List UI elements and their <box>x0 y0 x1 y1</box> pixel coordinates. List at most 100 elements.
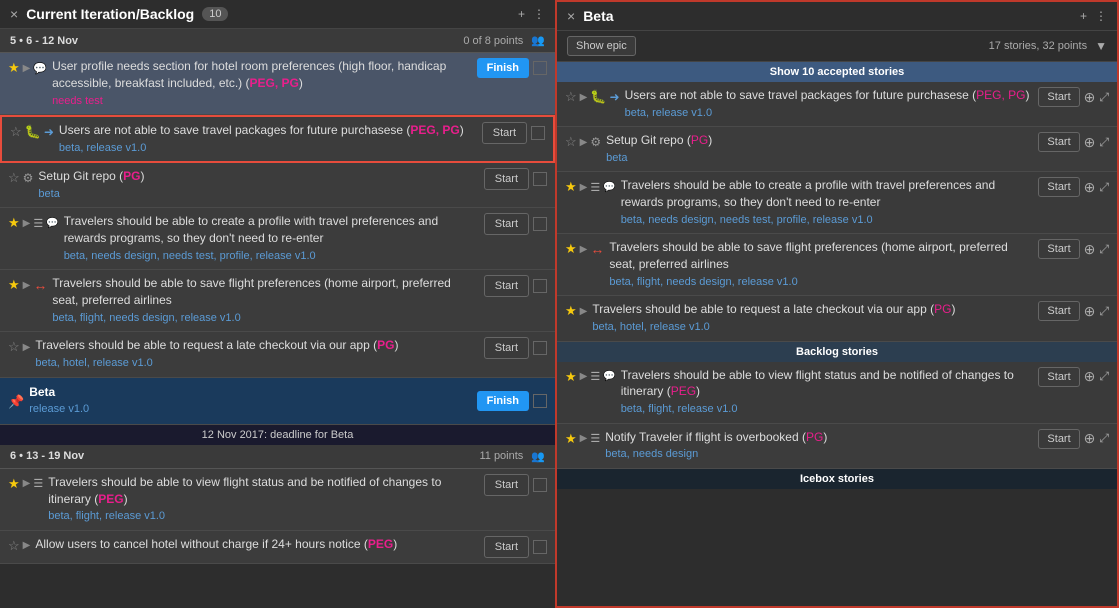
star-icon[interactable]: ★ <box>565 303 577 319</box>
right-story-actions: Start ⊕ ⤢ <box>1038 177 1109 197</box>
accepted-section-header: Show 10 accepted stories <box>557 62 1117 82</box>
left-menu-button[interactable]: ⋮ <box>533 7 545 21</box>
story-count: 17 stories, 32 points <box>989 40 1087 52</box>
add-icon[interactable]: ⊕ <box>1084 89 1096 106</box>
story-text: Setup Git repo (PG) beta <box>38 168 478 202</box>
finish-button[interactable]: Finish <box>477 391 529 411</box>
start-button[interactable]: Start <box>1038 367 1079 387</box>
story-checkbox[interactable] <box>533 217 547 231</box>
add-icon[interactable]: ⊕ <box>1084 134 1096 151</box>
right-menu-button[interactable]: ⋮ <box>1095 9 1107 23</box>
right-story-row: ★ ▶ ☰ 💬 Travelers should be able to crea… <box>557 172 1117 234</box>
start-button[interactable]: Start <box>1038 177 1079 197</box>
start-button[interactable]: Start <box>1038 429 1079 449</box>
star-icon[interactable]: ★ <box>565 179 577 195</box>
expand-icon: ▶ <box>580 433 588 444</box>
start-button[interactable]: Start <box>484 536 529 558</box>
add-icon[interactable]: ⊕ <box>1084 179 1096 196</box>
iteration-1-points: 0 of 8 points <box>463 35 523 47</box>
gear-icon: ⚙ <box>23 171 34 185</box>
story-checkbox[interactable] <box>533 172 547 186</box>
comment-icon[interactable]: 💬 <box>46 218 58 229</box>
star-icon[interactable]: ★ <box>8 215 20 231</box>
start-button[interactable]: Start <box>482 122 527 144</box>
story-row: ★ ▶ 💬 User profile needs section for hot… <box>0 53 555 115</box>
star-icon[interactable]: ☆ <box>10 124 22 140</box>
star-icon[interactable]: ☆ <box>8 170 20 186</box>
start-button[interactable]: Start <box>1038 301 1079 321</box>
story-title: Travelers should be able to create a pro… <box>64 214 438 245</box>
expand-icon[interactable]: ⤢ <box>1099 90 1109 105</box>
add-icon[interactable]: ⊕ <box>1084 430 1096 447</box>
add-icon[interactable]: ⊕ <box>1084 241 1096 258</box>
right-panel-header: × Beta + ⋮ <box>557 2 1117 31</box>
right-panel-close[interactable]: × <box>567 8 575 24</box>
story-labels: beta, release v1.0 <box>59 141 477 156</box>
list-icon: ☰ <box>590 432 600 445</box>
story-checkbox[interactable] <box>533 394 547 408</box>
story-checkbox[interactable] <box>533 341 547 355</box>
start-button[interactable]: Start <box>484 168 529 190</box>
left-scroll-area[interactable]: 5 • 6 - 12 Nov 0 of 8 points 👥 ★ ▶ 💬 Use… <box>0 29 555 608</box>
show-epic-button[interactable]: Show epic <box>567 36 636 56</box>
story-label: needs test <box>52 94 472 109</box>
story-checkbox[interactable] <box>533 61 547 75</box>
star-icon[interactable]: ★ <box>565 369 577 385</box>
left-add-button[interactable]: + <box>518 7 525 21</box>
expand-icon[interactable]: ⤢ <box>1099 304 1109 319</box>
arrow-icon: ↔ <box>590 241 604 257</box>
left-panel-close[interactable]: × <box>10 6 18 22</box>
story-checkbox[interactable] <box>533 279 547 293</box>
star-icon[interactable]: ☆ <box>565 89 577 105</box>
story-labels: beta, hotel, release v1.0 <box>35 356 478 371</box>
arrow-icon: ➜ <box>44 125 54 139</box>
comment-icon[interactable]: 💬 <box>33 62 47 75</box>
star-icon[interactable]: ☆ <box>8 538 20 554</box>
right-story-text: Notify Traveler if flight is overbooked … <box>605 429 1033 463</box>
start-button[interactable]: Start <box>1038 132 1079 152</box>
finish-button[interactable]: Finish <box>477 58 529 78</box>
star-icon[interactable]: ★ <box>8 476 20 492</box>
epic-actions: Finish <box>477 391 547 411</box>
right-panel-scroll[interactable]: Show 10 accepted stories ☆ ▶ 🐛 ➜ Users a… <box>557 62 1117 606</box>
expand-icon[interactable]: ⤢ <box>1099 135 1109 150</box>
story-checkbox[interactable] <box>531 126 545 140</box>
start-button[interactable]: Start <box>484 213 529 235</box>
star-icon[interactable]: ★ <box>565 241 577 257</box>
icebox-section-header: Icebox stories <box>557 469 1117 489</box>
list-icon: ☰ <box>590 370 600 383</box>
story-checkbox[interactable] <box>533 540 547 554</box>
expand-icon[interactable]: ⤢ <box>1099 180 1109 195</box>
expand-icon: ▶ <box>580 182 588 193</box>
right-panel-actions: + ⋮ <box>1080 9 1107 23</box>
right-story-row: ★ ▶ Travelers should be able to request … <box>557 296 1117 341</box>
expand-icon[interactable]: ▼ <box>1095 39 1107 53</box>
add-icon[interactable]: ⊕ <box>1084 368 1096 385</box>
right-add-button[interactable]: + <box>1080 9 1087 23</box>
expand-icon: ▶ <box>580 137 588 148</box>
start-button[interactable]: Start <box>484 275 529 297</box>
right-story-row: ★ ▶ ☰ 💬 Travelers should be able to view… <box>557 362 1117 424</box>
left-panel-count: 10 <box>202 7 228 21</box>
right-story-row: ☆ ▶ ⚙ Setup Git repo (PG) beta Start ⊕ ⤢ <box>557 127 1117 172</box>
star-icon[interactable]: ☆ <box>565 134 577 150</box>
start-button[interactable]: Start <box>1038 87 1079 107</box>
expand-icon[interactable]: ⤢ <box>1099 242 1109 257</box>
start-button[interactable]: Start <box>1038 239 1079 259</box>
right-story-icons: ☆ ▶ 🐛 ➜ <box>565 87 620 105</box>
story-title: Travelers should be able to request a la… <box>592 302 955 316</box>
expand-icon[interactable]: ⤢ <box>1099 369 1109 384</box>
star-icon[interactable]: ☆ <box>8 339 20 355</box>
star-icon[interactable]: ★ <box>8 277 20 293</box>
add-icon[interactable]: ⊕ <box>1084 303 1096 320</box>
star-icon[interactable]: ★ <box>8 60 20 76</box>
star-icon[interactable]: ★ <box>565 431 577 447</box>
start-button[interactable]: Start <box>484 474 529 496</box>
right-story-actions: Start ⊕ ⤢ <box>1038 132 1109 152</box>
start-button[interactable]: Start <box>484 337 529 359</box>
comment-icon[interactable]: 💬 <box>603 371 615 382</box>
expand-icon[interactable]: ⤢ <box>1099 431 1109 446</box>
comment-icon[interactable]: 💬 <box>603 182 615 193</box>
story-row: ☆ ▶ Travelers should be able to request … <box>0 332 555 377</box>
story-checkbox[interactable] <box>533 478 547 492</box>
